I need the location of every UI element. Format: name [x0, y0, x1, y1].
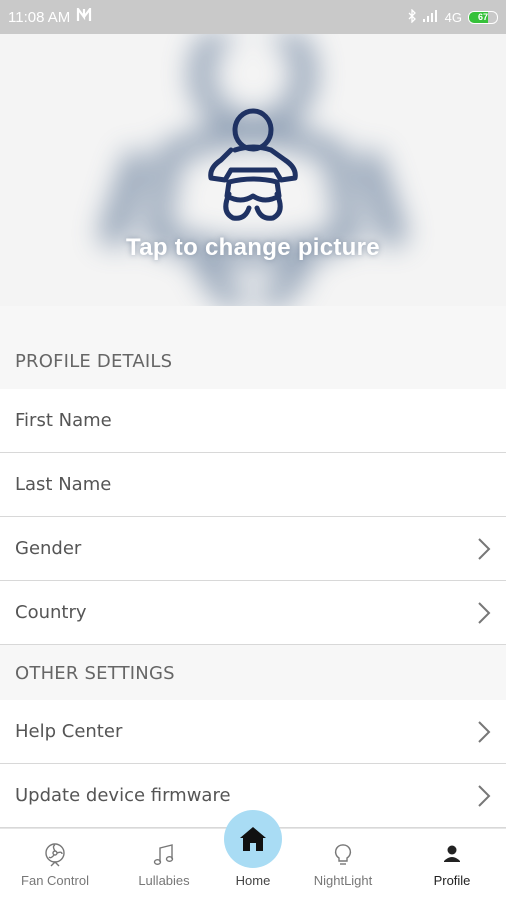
- gender-label: Gender: [15, 538, 82, 559]
- music-note-icon: [153, 844, 174, 866]
- nav-nightlight[interactable]: NightLight: [293, 829, 393, 900]
- change-picture-caption: Tap to change picture: [126, 234, 380, 261]
- nav-profile-label: Profile: [433, 873, 471, 888]
- notification-icon: [76, 5, 92, 26]
- last-name-field[interactable]: Last Name: [0, 453, 506, 517]
- chevron-right-icon: [478, 537, 491, 560]
- nav-home-label: Home: [235, 873, 271, 888]
- section-header-profile-details: PROFILE DETAILS: [0, 333, 506, 389]
- nav-lullabies[interactable]: Lullabies: [114, 829, 214, 900]
- section-header-other-settings: OTHER SETTINGS: [0, 645, 506, 701]
- status-bar: 11:08 AM 4G 67: [0, 0, 506, 34]
- battery-level: 67: [477, 12, 488, 22]
- home-icon: [240, 827, 266, 851]
- country-label: Country: [15, 602, 87, 623]
- battery-icon: 67: [468, 10, 498, 24]
- nav-nightlight-label: NightLight: [313, 873, 373, 888]
- first-name-field[interactable]: First Name: [0, 389, 506, 453]
- help-center-item[interactable]: Help Center: [0, 700, 506, 764]
- bluetooth-icon: [408, 7, 417, 26]
- lightbulb-icon: [334, 844, 352, 865]
- update-firmware-label: Update device firmware: [15, 785, 231, 806]
- nav-fan-control-label: Fan Control: [21, 873, 89, 888]
- nav-home-button[interactable]: [224, 810, 282, 868]
- gender-selector[interactable]: Gender: [0, 517, 506, 581]
- chevron-right-icon: [478, 784, 491, 807]
- signal-icon: [422, 9, 439, 25]
- help-center-label: Help Center: [15, 721, 123, 742]
- nav-lullabies-label: Lullabies: [138, 873, 190, 888]
- last-name-label: Last Name: [15, 474, 112, 495]
- chevron-right-icon: [478, 601, 491, 624]
- status-time: 11:08 AM: [8, 8, 71, 26]
- fan-icon: [45, 843, 65, 867]
- network-type: 4G: [444, 9, 462, 25]
- profile-picture[interactable]: Tap to change picture: [0, 34, 506, 306]
- country-selector[interactable]: Country: [0, 581, 506, 645]
- baby-icon: [208, 108, 298, 221]
- person-icon: [444, 845, 460, 862]
- nav-profile[interactable]: Profile: [402, 829, 502, 900]
- nav-fan-control[interactable]: Fan Control: [5, 829, 105, 900]
- chevron-right-icon: [478, 720, 491, 743]
- first-name-label: First Name: [15, 410, 112, 431]
